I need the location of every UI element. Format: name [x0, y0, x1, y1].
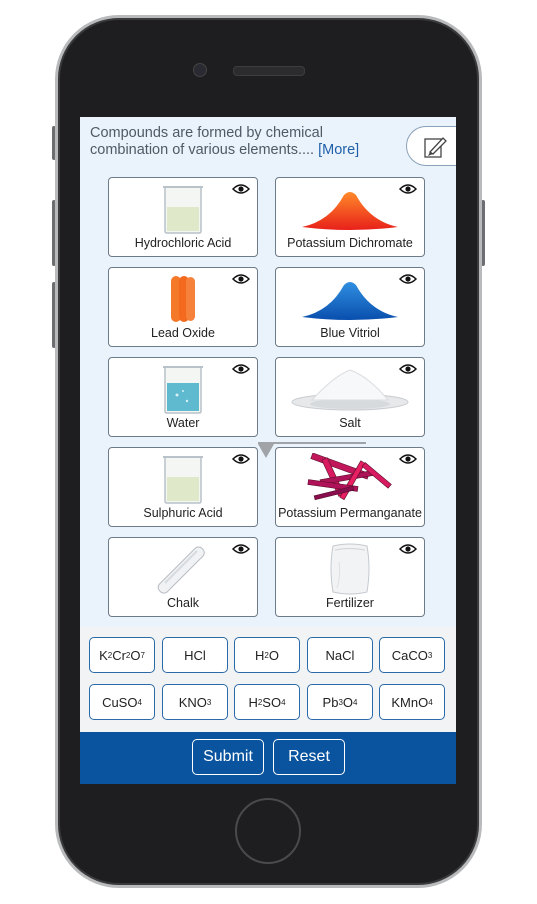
formula-chip[interactable]: HCl	[162, 637, 228, 673]
eye-icon[interactable]	[231, 542, 251, 560]
formula-symbol: CaCO	[391, 647, 428, 663]
formula-chip[interactable]: KMnO 4	[379, 684, 445, 720]
compound-card[interactable]: Blue Vitriol	[275, 267, 425, 347]
app-screen: Compounds are formed by chemical combina…	[80, 117, 456, 784]
compound-card[interactable]: Lead Oxide	[108, 267, 258, 347]
earpiece-speaker	[233, 66, 305, 76]
compound-label: Water	[166, 416, 200, 430]
formula-chip[interactable]: NaCl	[307, 637, 373, 673]
compound-card[interactable]: Chalk	[108, 537, 258, 617]
formula-symbol: O	[342, 694, 354, 710]
compound-card[interactable]: Water	[108, 357, 258, 437]
tooltip-line	[258, 442, 366, 444]
formula-chip[interactable]: CuSO 4	[89, 684, 155, 720]
formula-subscript: 4	[281, 697, 286, 707]
tooltip-pointer	[258, 444, 274, 458]
formula-subscript: 4	[353, 697, 358, 707]
formula-symbol: H	[255, 647, 265, 663]
eye-icon[interactable]	[231, 452, 251, 470]
compound-label: Blue Vitriol	[320, 326, 380, 340]
formula-subscript: 7	[140, 650, 145, 660]
draw-tool-button[interactable]	[406, 126, 456, 166]
formula-chip[interactable]: K 2 Cr 2 O 7	[89, 637, 155, 673]
brush-icon	[424, 137, 447, 158]
compound-label: Fertilizer	[326, 596, 374, 610]
formula-subscript: 4	[137, 697, 142, 707]
compound-label: Potassium Dichromate	[287, 236, 413, 250]
formula-chip[interactable]: CaCO 3	[379, 637, 445, 673]
eye-icon[interactable]	[398, 452, 418, 470]
formula-subscript: 3	[427, 650, 433, 660]
submit-button[interactable]: Submit	[192, 739, 264, 775]
eye-icon[interactable]	[231, 362, 251, 380]
compound-label: Salt	[339, 416, 361, 430]
formula-subscript: 4	[428, 697, 433, 707]
formula-symbol: KMnO	[391, 694, 429, 710]
intro-text: Compounds are formed by chemical combina…	[90, 125, 390, 159]
formula-symbol: NaCl	[325, 647, 355, 663]
formula-symbol: O	[268, 647, 279, 663]
formula-symbol: KNO	[178, 694, 207, 710]
compound-card[interactable]: Potassium Permanganate	[275, 447, 425, 527]
footer-bar: Submit Reset	[80, 732, 456, 784]
eye-icon[interactable]	[231, 182, 251, 200]
eye-icon[interactable]	[231, 272, 251, 290]
eye-icon[interactable]	[398, 362, 418, 380]
compound-card[interactable]: Hydrochloric Acid	[108, 177, 258, 257]
compound-card[interactable]: Salt	[275, 357, 425, 437]
eye-icon[interactable]	[398, 272, 418, 290]
compound-card[interactable]: Potassium Dichromate	[275, 177, 425, 257]
compound-label: Sulphuric Acid	[143, 506, 223, 520]
home-button[interactable]	[235, 798, 301, 864]
compound-card[interactable]: Fertilizer	[275, 537, 425, 617]
formula-symbol: Pb	[322, 694, 339, 710]
formula-chip[interactable]: H 2 SO 4	[234, 684, 300, 720]
reset-button[interactable]: Reset	[273, 739, 345, 775]
formula-chip[interactable]: H2O	[234, 637, 300, 673]
intro-description: Compounds are formed by chemical combina…	[90, 125, 323, 158]
formula-chip[interactable]: KNO 3	[162, 684, 228, 720]
more-link[interactable]: [More]	[318, 142, 359, 158]
formula-symbol: SO	[262, 694, 282, 710]
formula-symbol: HCl	[184, 647, 206, 663]
eye-icon[interactable]	[398, 542, 418, 560]
compound-label: Chalk	[167, 596, 199, 610]
formula-symbol: Cr	[112, 647, 126, 663]
formula-symbol: K	[99, 647, 108, 663]
compound-card[interactable]: Sulphuric Acid	[108, 447, 258, 527]
formula-chip[interactable]: Pb 3 O 4	[307, 684, 373, 720]
compound-label: Potassium Permanganate	[278, 506, 422, 520]
compound-label: Hydrochloric Acid	[134, 236, 232, 250]
formula-symbol: CuSO	[102, 694, 138, 710]
front-camera	[193, 63, 207, 77]
compound-label: Lead Oxide	[151, 326, 215, 340]
formula-symbol: O	[130, 647, 141, 663]
formula-symbol: H	[248, 694, 258, 710]
formula-subscript: 3	[206, 697, 212, 707]
formula-options: K 2 Cr 2 O 7 HCl H 2 O NaCl CaCO 3 CuSO 4 KNO 3 H 2 SO 4 Pb 3 O…	[80, 627, 456, 732]
eye-icon[interactable]	[398, 182, 418, 200]
